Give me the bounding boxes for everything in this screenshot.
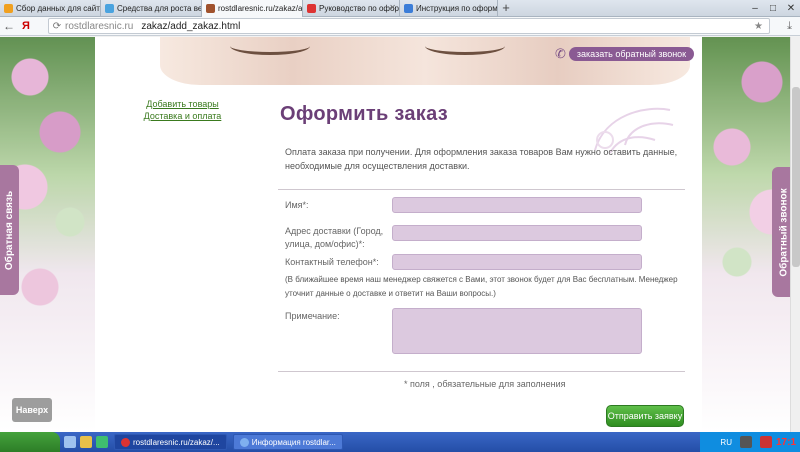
new-tab-button[interactable]: + [498, 0, 514, 16]
favicon-icon [307, 4, 316, 13]
address-input[interactable] [392, 225, 642, 241]
window-controls: – □ ✕ [746, 0, 800, 17]
submit-button[interactable]: Отправить заявку [606, 405, 684, 427]
url-domain: rostdlaresnic.ru [65, 20, 134, 32]
callback-header: ✆ заказать обратный звонок [555, 45, 695, 63]
browser-tab-3[interactable]: rostdlaresnic.ru/zakaz/a [202, 0, 303, 17]
eye-decoration [425, 37, 505, 55]
page-title: Оформить заказ [280, 103, 449, 125]
tab-label: Инструкция по оформ [416, 4, 498, 13]
browser-tab-1[interactable]: Сбор данных для сайта [0, 0, 101, 17]
scroll-top-button[interactable]: Наверх [12, 398, 52, 422]
address-bar: ← Я ⟳ rostdlaresnic.ru zakaz/add_zakaz.h… [0, 17, 800, 36]
feedback-label: Обратная связь [4, 190, 15, 270]
phone-input[interactable] [392, 254, 642, 270]
favicon-icon [206, 4, 215, 13]
favicon-icon [4, 4, 13, 13]
phone-note: (В ближайшее время наш менеджер свяжется… [285, 275, 678, 298]
tray-icon[interactable] [759, 436, 772, 448]
tray-icon[interactable] [739, 436, 752, 448]
bookmark-star-icon[interactable]: ★ [754, 21, 763, 32]
web-page: ✆ заказать обратный звонок Обратная связ… [0, 37, 800, 432]
phone-icon: ✆ [555, 46, 566, 61]
tab-label: Средства для роста ве [117, 4, 202, 13]
comment-textarea[interactable] [392, 308, 642, 354]
taskbar-item-browser[interactable]: rostdlaresnic.ru/zakaz/... [114, 434, 227, 450]
clock: 17:1 [775, 436, 796, 448]
url-input[interactable]: ⟳ rostdlaresnic.ru zakaz/add_zakaz.html … [48, 18, 770, 34]
divider [278, 189, 685, 190]
taskbar-item-label: rostdlaresnic.ru/zakaz/... [133, 437, 220, 447]
browser-icon [121, 437, 130, 447]
name-input[interactable] [392, 197, 642, 213]
favicon-icon [105, 4, 114, 13]
page-scrollbar[interactable] [790, 37, 800, 432]
comment-label: Примечание: [285, 311, 340, 321]
scrollbar-thumb[interactable] [792, 87, 800, 267]
favicon-icon [404, 4, 413, 13]
tab-label: Руководство по оформ [319, 4, 400, 13]
callback-side-label: Обратный звонок [778, 187, 790, 277]
phone-label: Контактный телефон*: [285, 257, 379, 267]
back-arrow-icon[interactable]: ← [0, 19, 18, 33]
close-tab-icon[interactable]: ✕ [389, 3, 396, 12]
left-links: Добавить товары Доставка и оплата [140, 99, 225, 123]
required-note: * поля , обязательные для заполнения [404, 379, 566, 389]
quicklaunch-icon[interactable] [64, 436, 76, 448]
intro-text: Оплата заказа при получении. Для оформле… [285, 147, 678, 171]
taskbar-item-info[interactable]: Информация rostdlar... [232, 434, 343, 450]
divider [278, 371, 685, 372]
browser-tab-bar: Сбор данных для сайта Средства для роста… [0, 0, 800, 17]
quicklaunch-icon[interactable] [96, 436, 108, 448]
download-icon[interactable]: ⤓ [787, 20, 792, 33]
os-taskbar: rostdlaresnic.ru/zakaz/... Информация ro… [0, 432, 800, 452]
start-button[interactable] [0, 432, 60, 452]
browser-tab-2[interactable]: Средства для роста ве [101, 0, 202, 17]
url-path: zakaz/add_zakaz.html [141, 20, 241, 32]
browser-tab-5[interactable]: Инструкция по оформ [400, 0, 498, 17]
feedback-side-tab[interactable]: Обратная связь [0, 165, 19, 295]
taskbar-item-label: Информация rostdlar... [251, 437, 336, 447]
eye-decoration [230, 37, 310, 55]
callback-button[interactable]: заказать обратный звонок [568, 47, 695, 61]
reload-icon[interactable]: ⟳ [49, 21, 65, 32]
address-label: Адрес доставки (Город, улица, дом/офис)*… [285, 226, 384, 249]
maximize-button[interactable]: □ [764, 0, 782, 17]
tab-label: Сбор данных для сайта [16, 4, 101, 13]
delivery-payment-link[interactable]: Доставка и оплата [140, 111, 225, 121]
add-products-link[interactable]: Добавить товары [140, 99, 225, 109]
quicklaunch-icon[interactable] [80, 436, 92, 448]
language-indicator[interactable]: RU [720, 438, 732, 447]
close-window-button[interactable]: ✕ [782, 0, 800, 17]
name-label: Имя*: [285, 200, 309, 210]
minimize-button[interactable]: – [746, 0, 764, 17]
tab-label: rostdlaresnic.ru/zakaz/a [218, 4, 303, 13]
window-icon [239, 437, 249, 447]
browser-tab-4[interactable]: Руководство по оформ ✕ [303, 0, 400, 17]
system-tray: RU 17:1 [700, 432, 800, 452]
yandex-logo[interactable]: Я [18, 20, 34, 32]
